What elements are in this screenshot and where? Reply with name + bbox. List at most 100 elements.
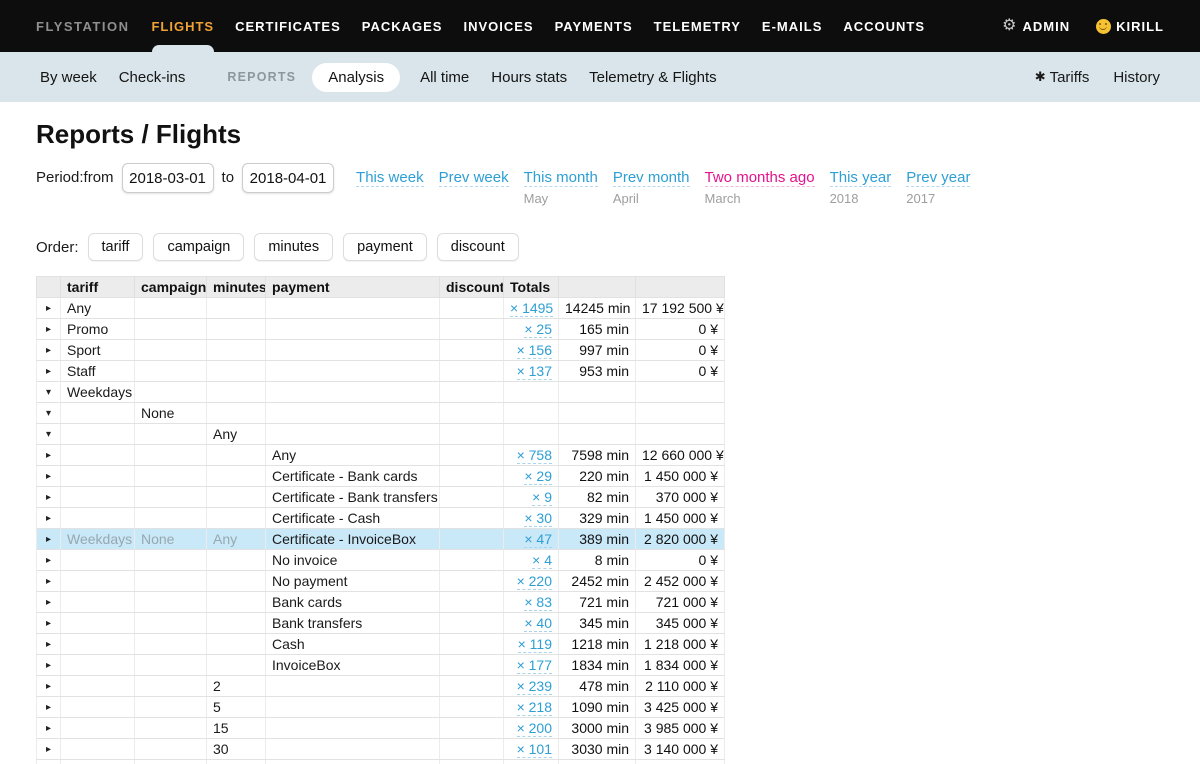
count-link[interactable]: × 220	[517, 573, 552, 590]
topnav-item-e-mails[interactable]: E-MAILS	[762, 0, 822, 52]
expand-toggle-icon[interactable]: ▾	[37, 424, 61, 445]
table-row[interactable]: ▸Certificate - Cash× 30329 min1 450 000 …	[37, 508, 725, 529]
table-row[interactable]: ▸InvoiceBox× 1771834 min1 834 000 ¥	[37, 655, 725, 676]
order-button-discount[interactable]: discount	[437, 233, 519, 261]
tab-analysis[interactable]: Analysis	[312, 63, 400, 92]
history-link[interactable]: History	[1113, 69, 1160, 86]
expand-toggle-icon[interactable]: ▸	[37, 361, 61, 382]
order-button-campaign[interactable]: campaign	[153, 233, 244, 261]
expand-toggle-icon[interactable]: ▸	[37, 571, 61, 592]
topnav-item-accounts[interactable]: ACCOUNTS	[843, 0, 925, 52]
table-row[interactable]: ▸Bank transfers× 40345 min345 000 ¥	[37, 613, 725, 634]
table-row[interactable]: ▸30× 1013030 min3 140 000 ¥	[37, 739, 725, 760]
quick-link-label[interactable]: This year	[830, 169, 892, 187]
table-row[interactable]: ▸Any× 7587598 min12 660 000 ¥	[37, 445, 725, 466]
expand-toggle-icon[interactable]: ▸	[37, 655, 61, 676]
table-row[interactable]: ▸Sport× 156997 min0 ¥	[37, 340, 725, 361]
tariffs-link[interactable]: ✱ Tariffs	[1035, 69, 1090, 86]
expand-toggle-icon[interactable]: ▸	[37, 697, 61, 718]
tab-hours-stats[interactable]: Hours stats	[489, 63, 569, 92]
cell-campaign	[135, 739, 207, 760]
table-row[interactable]: ▸Staff× 137953 min0 ¥	[37, 361, 725, 382]
count-link[interactable]: × 239	[517, 678, 552, 695]
count-link[interactable]: × 200	[517, 720, 552, 737]
expand-toggle-icon[interactable]: ▸	[37, 676, 61, 697]
count-link[interactable]: × 47	[524, 531, 552, 548]
count-link[interactable]: × 9	[532, 489, 552, 506]
table-row[interactable]: ▸Weekends× 4194532 min4 532 500 ¥	[37, 760, 725, 764]
table-row[interactable]: ▸15× 2003000 min3 985 000 ¥	[37, 718, 725, 739]
topnav-item-payments[interactable]: PAYMENTS	[555, 0, 633, 52]
expand-toggle-icon[interactable]: ▸	[37, 529, 61, 550]
table-row[interactable]: ▾Weekdays	[37, 382, 725, 403]
topnav-item-flights[interactable]: FLIGHTS	[151, 0, 214, 52]
quick-link-label[interactable]: This week	[356, 169, 424, 187]
count-link[interactable]: × 40	[524, 615, 552, 632]
subnav-item-check-ins[interactable]: Check-ins	[119, 69, 186, 86]
count-link[interactable]: × 218	[517, 699, 552, 716]
count-link[interactable]: × 101	[517, 741, 552, 758]
expand-toggle-icon[interactable]: ▸	[37, 508, 61, 529]
count-link[interactable]: × 29	[524, 468, 552, 485]
count-link[interactable]: × 119	[518, 636, 552, 653]
expand-toggle-icon[interactable]: ▸	[37, 445, 61, 466]
table-row[interactable]: ▸Certificate - Bank transfers× 982 min37…	[37, 487, 725, 508]
count-link[interactable]: × 177	[517, 657, 552, 674]
count-link[interactable]: × 156	[517, 342, 552, 359]
tab-all-time[interactable]: All time	[418, 63, 471, 92]
expand-toggle-icon[interactable]: ▾	[37, 403, 61, 424]
order-button-payment[interactable]: payment	[343, 233, 427, 261]
count-link[interactable]: × 30	[524, 510, 552, 527]
topnav-item-certificates[interactable]: CERTIFICATES	[235, 0, 341, 52]
user-menu[interactable]: KIRILL	[1096, 19, 1164, 34]
table-row[interactable]: ▸No invoice× 48 min0 ¥	[37, 550, 725, 571]
table-row[interactable]: ▸Certificate - Bank cards× 29220 min1 45…	[37, 466, 725, 487]
admin-menu[interactable]: ⚙ ADMIN	[1002, 18, 1070, 34]
count-link[interactable]: × 758	[517, 447, 552, 464]
expand-toggle-icon[interactable]: ▸	[37, 298, 61, 319]
order-button-tariff[interactable]: tariff	[88, 233, 144, 261]
count-link[interactable]: × 83	[524, 594, 552, 611]
expand-toggle-icon[interactable]: ▾	[37, 382, 61, 403]
topnav-item-invoices[interactable]: INVOICES	[463, 0, 533, 52]
table-row[interactable]: ▸Any× 149514245 min17 192 500 ¥	[37, 298, 725, 319]
topnav-item-packages[interactable]: PACKAGES	[362, 0, 443, 52]
count-link[interactable]: × 1495	[510, 300, 553, 317]
quick-link-label[interactable]: Two months ago	[705, 169, 815, 187]
period-to-input[interactable]	[242, 163, 334, 193]
count-link[interactable]: × 4	[532, 552, 552, 569]
table-row[interactable]: ▸No payment× 2202452 min2 452 000 ¥	[37, 571, 725, 592]
quick-link-label[interactable]: This month	[524, 169, 598, 187]
cell-money-total: 2 452 000 ¥	[636, 571, 725, 592]
expand-toggle-icon[interactable]: ▸	[37, 466, 61, 487]
expand-toggle-icon[interactable]: ▸	[37, 634, 61, 655]
table-row[interactable]: ▸5× 2181090 min3 425 000 ¥	[37, 697, 725, 718]
quick-link-label[interactable]: Prev week	[439, 169, 509, 187]
expand-toggle-icon[interactable]: ▸	[37, 613, 61, 634]
count-link[interactable]: × 25	[524, 321, 552, 338]
expand-toggle-icon[interactable]: ▸	[37, 718, 61, 739]
quick-link-label[interactable]: Prev month	[613, 169, 690, 187]
table-row[interactable]: ▾Any	[37, 424, 725, 445]
quick-link-label[interactable]: Prev year	[906, 169, 970, 187]
table-row[interactable]: ▸Promo× 25165 min0 ¥	[37, 319, 725, 340]
subnav-item-by-week[interactable]: By week	[40, 69, 97, 86]
top-navigation: FLYSTATION FLIGHTSCERTIFICATESPACKAGESIN…	[0, 0, 1200, 52]
expand-toggle-icon[interactable]: ▸	[37, 487, 61, 508]
table-row[interactable]: ▸2× 239478 min2 110 000 ¥	[37, 676, 725, 697]
expand-toggle-icon[interactable]: ▸	[37, 550, 61, 571]
expand-toggle-icon[interactable]: ▸	[37, 592, 61, 613]
table-row[interactable]: ▸WeekdaysNoneAnyCertificate - InvoiceBox…	[37, 529, 725, 550]
tab-telemetry-flights[interactable]: Telemetry & Flights	[587, 63, 719, 92]
expand-toggle-icon[interactable]: ▸	[37, 340, 61, 361]
count-link[interactable]: × 137	[517, 363, 552, 380]
expand-toggle-icon[interactable]: ▸	[37, 760, 61, 764]
table-row[interactable]: ▸Cash× 1191218 min1 218 000 ¥	[37, 634, 725, 655]
expand-toggle-icon[interactable]: ▸	[37, 319, 61, 340]
order-button-minutes[interactable]: minutes	[254, 233, 333, 261]
table-row[interactable]: ▾None	[37, 403, 725, 424]
period-from-input[interactable]	[122, 163, 214, 193]
expand-toggle-icon[interactable]: ▸	[37, 739, 61, 760]
topnav-item-telemetry[interactable]: TELEMETRY	[654, 0, 741, 52]
table-row[interactable]: ▸Bank cards× 83721 min721 000 ¥	[37, 592, 725, 613]
